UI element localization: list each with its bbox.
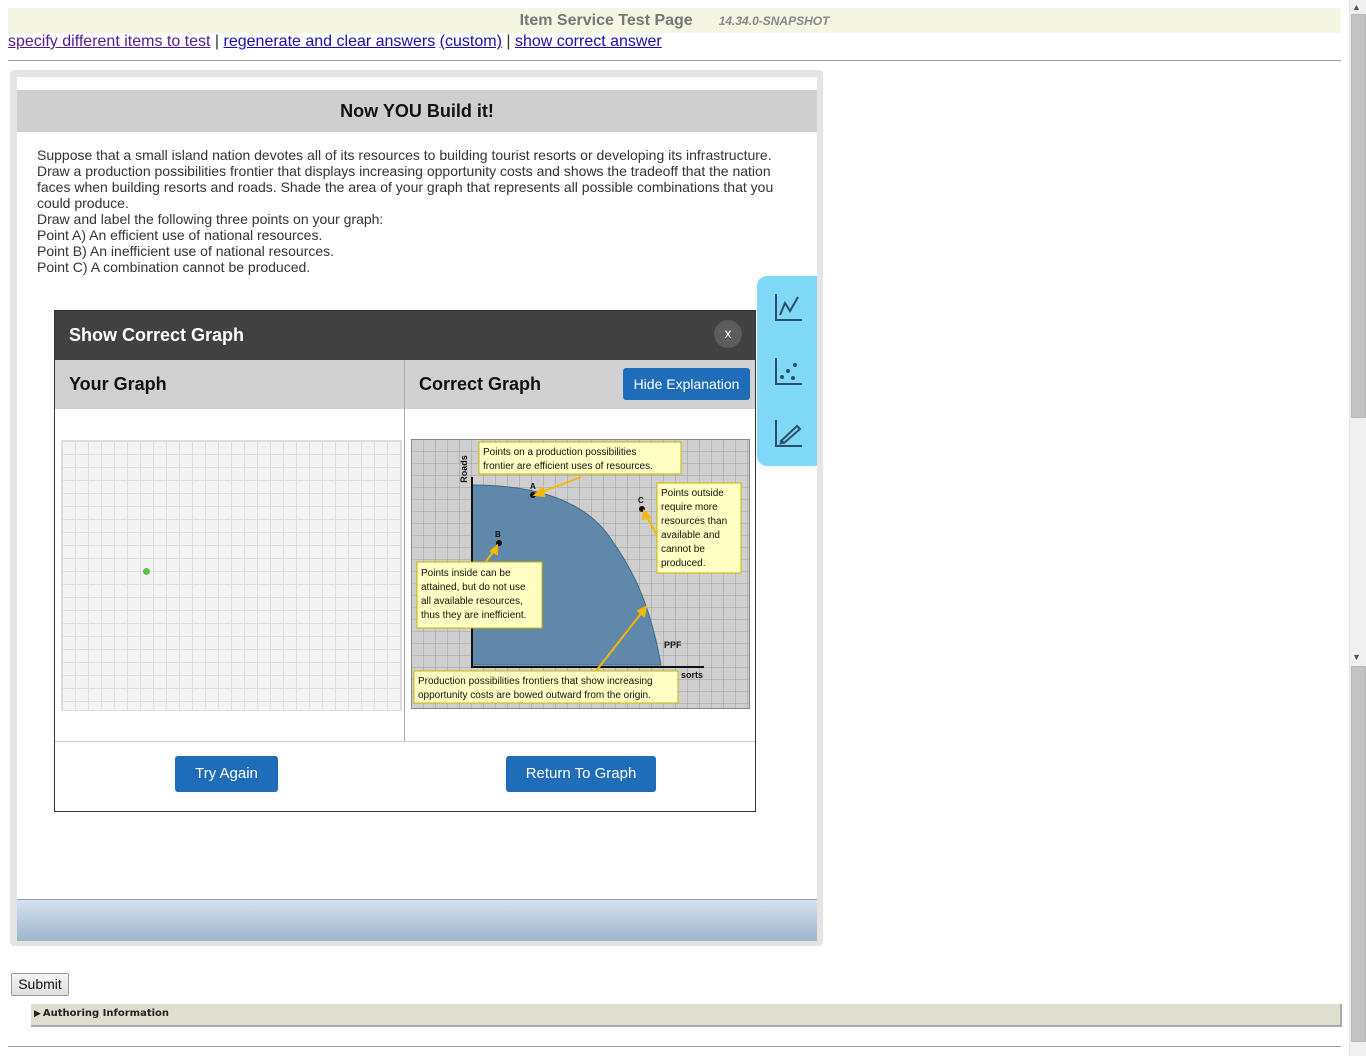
expand-triangle-icon: ▶ (34, 1009, 41, 1019)
divider (8, 1046, 1341, 1047)
point-a-label: A (530, 482, 536, 491)
item-footer (17, 899, 817, 941)
roads-axis-label: Roads (459, 455, 469, 483)
callout-inside: attained, but do not use (421, 582, 526, 593)
scrollbar-thumb[interactable] (1351, 14, 1366, 418)
item-prompt: Suppose that a small island nation devot… (37, 147, 797, 275)
callout-inside: Points inside can be (421, 568, 511, 579)
dialog-title: Show Correct Graph (69, 325, 245, 345)
point-b-label: B (495, 530, 501, 539)
callout-efficient: Points on a production possibilities (483, 447, 636, 458)
callout-bowed: opportunity costs are bowed outward from… (418, 690, 651, 701)
callout-outside: cannot be (661, 544, 705, 555)
point-c-label: C (638, 496, 644, 505)
prompt-line: Point C) A combination cannot be produce… (37, 259, 311, 275)
hide-explanation-button[interactable]: Hide Explanation (623, 368, 750, 400)
draw-tool-icon[interactable] (771, 416, 805, 450)
version-label: 14.34.0-SNAPSHOT (718, 14, 830, 28)
callout-outside: available and (661, 530, 720, 541)
custom-link[interactable]: (custom) (440, 33, 502, 50)
link-separator: | (214, 33, 220, 50)
link-bar: specify different items to test | regene… (8, 33, 662, 51)
plotted-point[interactable] (143, 568, 150, 575)
callout-inside: all available resources, (421, 596, 523, 607)
prompt-line: Point A) An efficient use of national re… (37, 227, 323, 243)
callout-efficient: frontier are efficient uses of resources… (483, 461, 653, 472)
your-graph-heading: Your Graph (55, 360, 404, 409)
dialog-header: Show Correct Graph x (55, 311, 755, 360)
link-separator: | (506, 33, 511, 50)
tool-palette (757, 276, 817, 466)
scroll-down-arrow-icon[interactable]: ▼ (1352, 652, 1361, 662)
callout-inside: thus they are inefficient. (421, 610, 526, 621)
point-tool-icon[interactable] (771, 354, 805, 388)
prompt-line: Draw and label the following three point… (37, 211, 384, 227)
authoring-label: Authoring Information (42, 1008, 170, 1019)
prompt-line: Suppose that a small island nation devot… (37, 147, 772, 163)
callout-outside: produced. (661, 558, 705, 569)
callout-outside: resources than (661, 516, 727, 527)
prompt-line: could produce. (37, 195, 129, 211)
column-divider (404, 360, 405, 741)
prompt-line: Point B) An inefficient use of national … (37, 243, 335, 259)
regenerate-link[interactable]: regenerate and clear answers (224, 33, 436, 50)
scrollbar-thumb[interactable] (1351, 666, 1366, 1042)
show-correct-answer-link[interactable]: show correct answer (515, 33, 662, 50)
authoring-information-toggle[interactable]: ▶ Authoring Information (31, 1004, 1342, 1027)
prompt-line: Draw a production possibilities frontier… (37, 163, 771, 179)
return-to-graph-button[interactable]: Return To Graph (506, 756, 656, 792)
line-tool-icon[interactable] (771, 290, 805, 324)
show-correct-graph-dialog: Show Correct Graph x Your Graph Correct … (54, 310, 756, 812)
divider (8, 60, 1341, 61)
page-title: Item Service Test Page (519, 12, 693, 29)
callout-outside: Points outside (661, 488, 724, 499)
button-row-divider (55, 741, 755, 742)
scroll-up-arrow-icon[interactable]: ▲ (1352, 2, 1361, 12)
item-header: Now YOU Build it! (17, 90, 817, 132)
callout-bowed: Production possibilities frontiers that … (418, 676, 653, 687)
ppf-label: PPF (664, 640, 682, 650)
callout-outside: require more (661, 502, 718, 513)
your-graph-canvas[interactable] (61, 440, 402, 711)
specify-items-link[interactable]: specify different items to test (8, 33, 210, 50)
try-again-button[interactable]: Try Again (175, 756, 278, 792)
correct-graph-image: Roads sorts PPF A B C Points on a produc… (411, 439, 750, 709)
prompt-line: faces when building resorts and roads. S… (37, 179, 774, 195)
page-header: Item Service Test Page 14.34.0-SNAPSHOT (8, 8, 1341, 33)
close-button[interactable]: x (714, 320, 742, 348)
resorts-axis-label: sorts (681, 670, 703, 680)
submit-button[interactable]: Submit (11, 973, 69, 996)
